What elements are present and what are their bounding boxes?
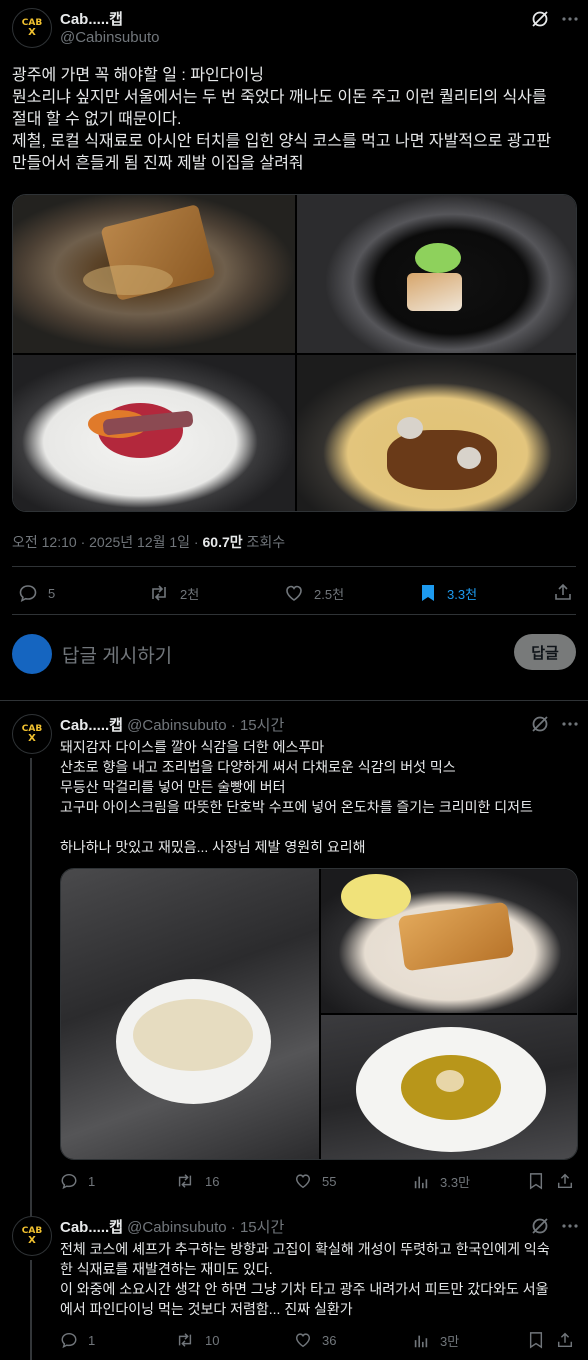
reply-count: 1 — [88, 1173, 96, 1189]
like-button[interactable]: 55 — [294, 1172, 336, 1190]
bookmark-count: 3.3천 — [447, 586, 478, 602]
repost-icon — [175, 1331, 195, 1349]
timestamp[interactable]: 오전 12:10 · 2025년 12월 1일 · — [12, 534, 199, 550]
like-count: 2.5천 — [314, 586, 345, 602]
tweet-meta: 오전 12:10 · 2025년 12월 1일 · 60.7만 조회수 — [12, 532, 285, 552]
reply-submit-button[interactable]: 답글 — [514, 634, 576, 670]
avatar[interactable]: CAB X — [12, 8, 52, 48]
thread-line — [30, 758, 32, 1218]
author-name[interactable]: Cab.....캡 — [60, 717, 123, 734]
repost-count: 10 — [205, 1332, 220, 1348]
photo-pumpkin-soup[interactable] — [321, 1015, 577, 1159]
thread-line — [30, 1260, 32, 1360]
grok-icon[interactable] — [530, 714, 550, 734]
avatar-text-bottom: X — [28, 26, 36, 38]
author-name[interactable]: Cab.....캡 — [60, 8, 123, 29]
heart-icon — [294, 1331, 312, 1349]
photo-duck-dish[interactable] — [13, 355, 295, 511]
author-handle[interactable]: @Cabinsubuto — [60, 29, 159, 46]
reply-count: 1 — [88, 1332, 96, 1348]
analytics-icon — [412, 1332, 430, 1350]
repost-button[interactable]: 2천 — [148, 583, 199, 603]
photo-bread-butter[interactable] — [321, 869, 577, 1013]
post-time[interactable]: · 15시간 — [231, 717, 284, 734]
author-handle[interactable]: @Cabinsubuto — [127, 1219, 226, 1236]
more-icon[interactable] — [560, 9, 580, 29]
media-grid[interactable] — [12, 194, 577, 512]
reply-button[interactable]: 5 — [18, 583, 55, 603]
reply-button[interactable]: 1 — [60, 1331, 95, 1349]
avatar[interactable]: CAB X — [12, 1216, 52, 1256]
view-count: 60.7만 — [202, 534, 243, 550]
share-icon[interactable] — [556, 1172, 574, 1190]
heart-icon — [284, 583, 304, 603]
views-button[interactable]: 3만 — [412, 1331, 459, 1350]
repost-icon — [175, 1172, 195, 1190]
tweet-text: 광주에 가면 꼭 해야할 일 : 파인다이닝 뭔소리냐 싶지만 서울에서는 두 … — [12, 67, 552, 172]
views-count: 3.3만 — [440, 1175, 471, 1190]
grok-icon[interactable] — [530, 9, 550, 29]
repost-icon — [148, 583, 170, 603]
photo-fish-dish[interactable] — [297, 195, 576, 353]
divider — [12, 566, 576, 567]
like-button[interactable]: 2.5천 — [284, 583, 344, 603]
media-grid[interactable] — [60, 868, 578, 1160]
reply-icon — [60, 1172, 78, 1190]
avatar-text-bottom: X — [28, 1234, 36, 1246]
author-name[interactable]: Cab.....캡 — [60, 1219, 123, 1236]
repost-button[interactable]: 16 — [175, 1172, 219, 1190]
reply-text: 돼지감자 다이스를 깔아 식감을 더한 에스푸마 산초로 향을 내고 조리법을 … — [60, 739, 533, 855]
reply-icon — [60, 1331, 78, 1349]
reply-button[interactable]: 1 — [60, 1172, 95, 1190]
photo-espuma-bowl[interactable] — [61, 869, 319, 1159]
author-handle[interactable]: @Cabinsubuto — [127, 717, 226, 734]
avatar-text-bottom: X — [28, 732, 36, 744]
share-icon[interactable] — [556, 1331, 574, 1349]
grok-icon[interactable] — [530, 1216, 550, 1236]
like-button[interactable]: 36 — [294, 1331, 336, 1349]
section-divider — [0, 700, 588, 701]
more-icon[interactable] — [560, 714, 580, 734]
share-icon[interactable] — [553, 582, 573, 602]
repost-count: 2천 — [180, 586, 200, 602]
avatar[interactable]: CAB X — [12, 714, 52, 754]
bookmark-button[interactable]: 3.3천 — [419, 583, 477, 603]
divider — [12, 614, 576, 615]
reply-count: 5 — [48, 585, 56, 601]
more-icon[interactable] — [560, 1216, 580, 1236]
views-count: 3만 — [440, 1334, 460, 1349]
user-avatar[interactable] — [12, 634, 52, 674]
like-count: 55 — [322, 1173, 337, 1189]
photo-mushroom-dish[interactable] — [297, 355, 576, 511]
like-count: 36 — [322, 1332, 337, 1348]
bookmark-icon[interactable] — [528, 1331, 544, 1349]
repost-count: 16 — [205, 1173, 220, 1189]
view-label: 조회수 — [246, 534, 286, 550]
bookmark-icon[interactable] — [528, 1172, 544, 1190]
reply-text: 전체 코스에 셰프가 추구하는 방향과 고집이 확실해 개성이 뚜렷하고 한국인… — [60, 1241, 550, 1317]
reply-icon — [18, 583, 38, 603]
repost-button[interactable]: 10 — [175, 1331, 219, 1349]
reply-input[interactable]: 답글 게시하기 — [62, 641, 172, 668]
bookmark-icon — [419, 583, 437, 603]
photo-crispy-dish[interactable] — [13, 195, 295, 353]
heart-icon — [294, 1172, 312, 1190]
post-time[interactable]: · 15시간 — [231, 1219, 284, 1236]
views-button[interactable]: 3.3만 — [412, 1172, 470, 1191]
analytics-icon — [412, 1173, 430, 1191]
